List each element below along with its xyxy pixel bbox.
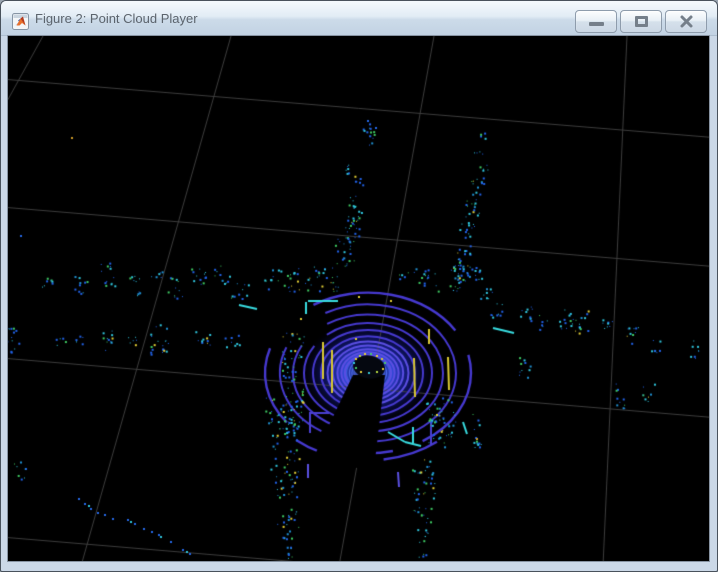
minimize-button[interactable]	[575, 10, 617, 33]
window-title: Figure 2: Point Cloud Player	[35, 11, 198, 26]
title-bar[interactable]: Figure 2: Point Cloud Player	[1, 1, 717, 36]
maximize-icon	[634, 16, 648, 27]
close-button[interactable]	[665, 10, 707, 33]
matlab-figure-icon	[12, 13, 29, 30]
point-cloud-canvas[interactable]	[7, 35, 710, 562]
minimize-icon	[588, 22, 604, 26]
figure-window: Figure 2: Point Cloud Player	[0, 0, 718, 572]
close-icon	[680, 15, 692, 28]
maximize-button[interactable]	[620, 10, 662, 33]
window-controls	[575, 10, 707, 33]
